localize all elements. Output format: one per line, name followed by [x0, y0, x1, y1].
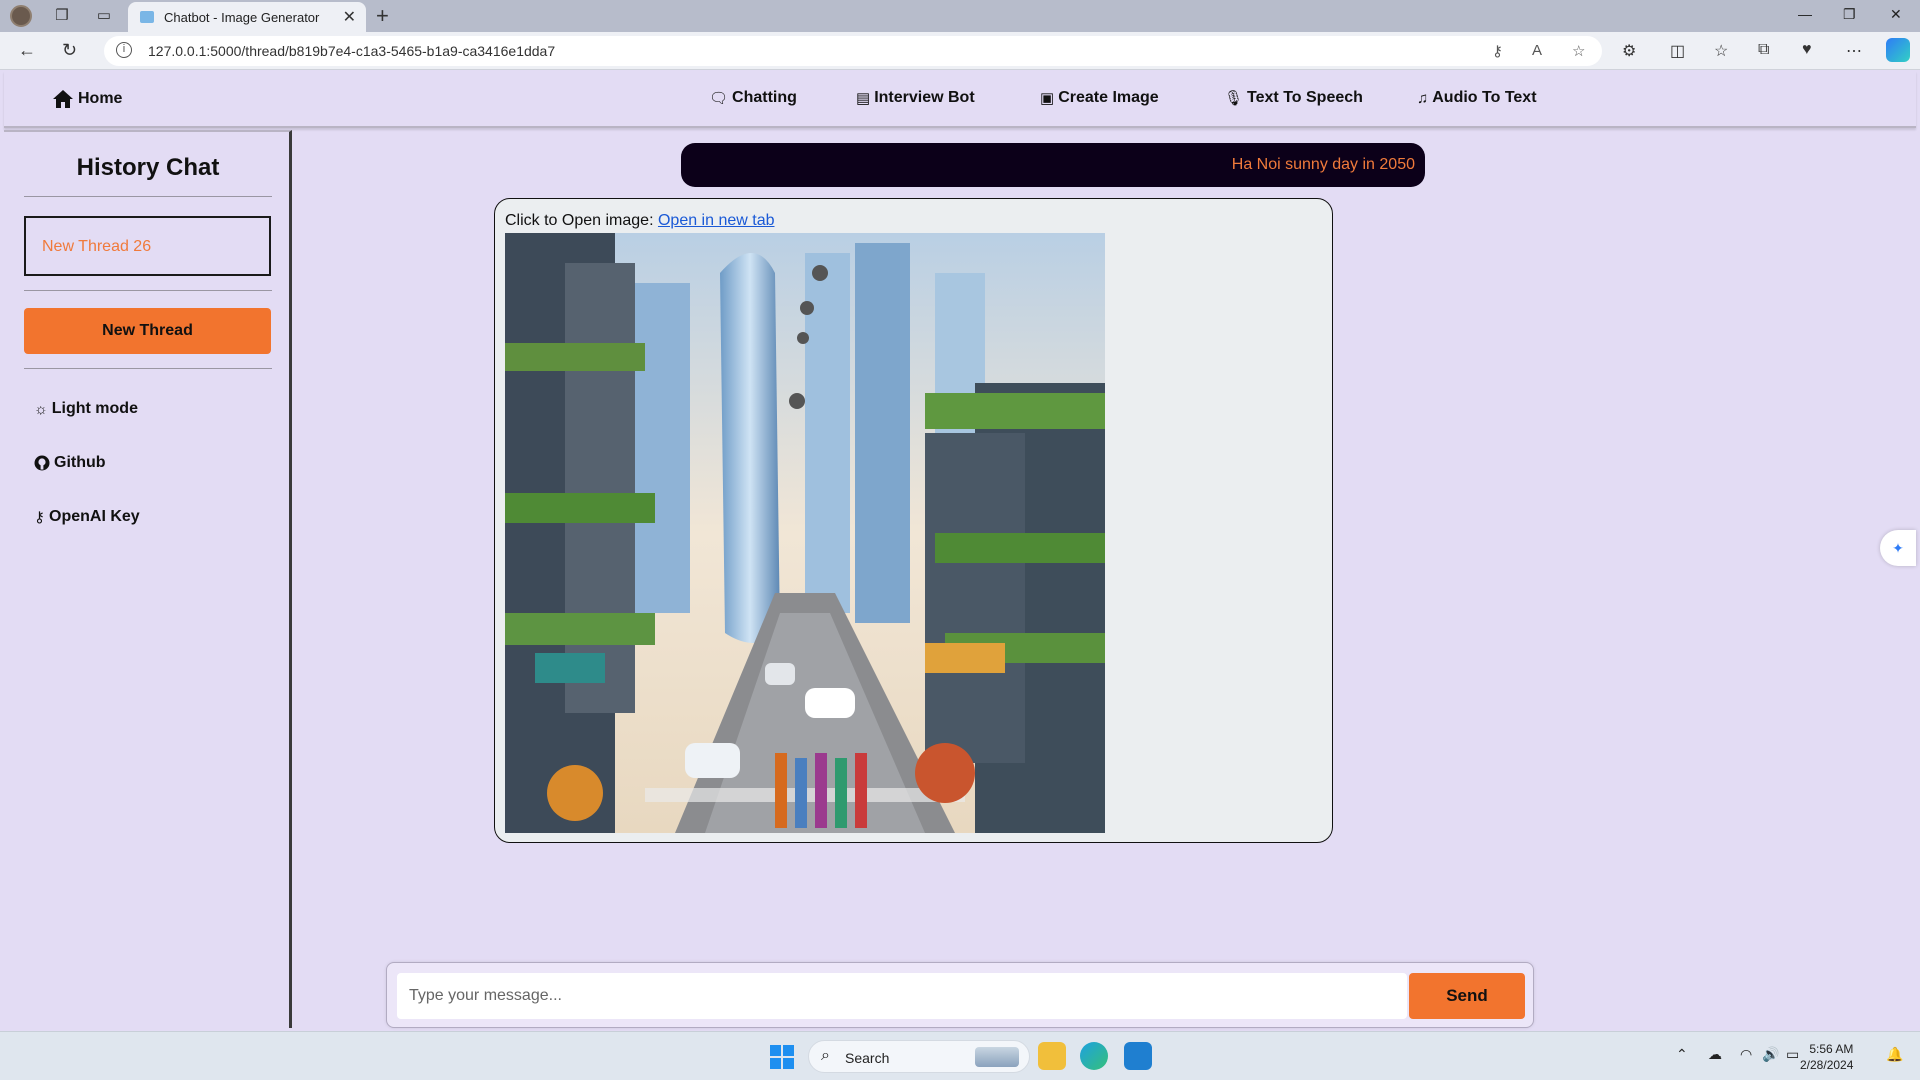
restore-icon[interactable]: ❐ [1843, 6, 1856, 23]
volume-icon[interactable]: 🔊 [1762, 1046, 1779, 1063]
tab-actions-icon[interactable]: ▭ [94, 6, 114, 26]
sun-icon: ☼ [34, 400, 48, 418]
more-menu-icon[interactable]: ⋯ [1846, 41, 1862, 61]
notifications-bell-icon[interactable]: 🔔 [1886, 1046, 1903, 1063]
divider [24, 290, 272, 291]
taskbar-search-label: Search [845, 1050, 890, 1066]
history-title: History Chat [76, 154, 220, 181]
edge-browser-icon[interactable] [1080, 1042, 1108, 1070]
extensions-icon[interactable]: ⚙ [1622, 41, 1636, 61]
nav-chatting-label: Chatting [732, 89, 797, 106]
image-icon: ▣ [1040, 90, 1055, 107]
light-mode-label: Light mode [51, 400, 138, 417]
message-icon: ▤ [856, 90, 871, 107]
back-icon[interactable]: ← [18, 40, 36, 61]
refresh-icon[interactable]: ↻ [62, 40, 77, 61]
nav-interview-bot[interactable]: ▤ Interview Bot [856, 89, 975, 107]
read-aloud-icon[interactable]: A [1532, 42, 1542, 59]
browser-essentials-icon[interactable]: ♥ [1802, 41, 1812, 59]
image-result-card: Click to Open image: Open in new tab [494, 198, 1333, 843]
nav-home-label: Home [78, 90, 123, 107]
favorite-star-icon[interactable]: ☆ [1572, 42, 1585, 60]
microphone-icon: 🎙 [1224, 90, 1244, 107]
favorites-icon[interactable]: ☆ [1714, 41, 1728, 61]
battery-icon[interactable]: ▭ [1786, 1046, 1799, 1063]
tab-title: Chatbot - Image Generator [164, 10, 320, 25]
new-thread-button[interactable]: New Thread [24, 308, 271, 354]
nav-text-to-speech[interactable]: 🎙 Text To Speech [1224, 89, 1363, 107]
nav-audio-to-text-label: Audio To Text [1432, 89, 1537, 106]
system-clock[interactable]: 5:56 AM 2/28/2024 [1800, 1041, 1853, 1073]
file-explorer-icon[interactable] [1038, 1042, 1066, 1070]
split-screen-icon[interactable]: ◫ [1670, 41, 1685, 61]
sidebar-assistant-icon[interactable]: ✦ [1880, 530, 1916, 566]
nav-text-to-speech-label: Text To Speech [1247, 89, 1363, 106]
open-in-new-tab-link[interactable]: Open in new tab [658, 212, 775, 229]
wifi-icon[interactable]: ◠ [1740, 1046, 1752, 1063]
home-icon [53, 90, 73, 108]
divider [24, 368, 272, 369]
site-info-icon[interactable]: i [116, 42, 132, 58]
taskbar-search[interactable]: ⌕ Search [808, 1040, 1030, 1073]
thread-item[interactable]: New Thread 26 [24, 216, 271, 276]
user-prompt-text: Ha Noi sunny day in 2050 [1231, 156, 1415, 173]
tab-favicon-icon [140, 11, 154, 23]
history-sidebar: History Chat New Thread 26 New Thread ☼ … [4, 130, 292, 1028]
clock-date: 2/28/2024 [1800, 1058, 1854, 1072]
user-prompt-bubble: Ha Noi sunny day in 2050 [681, 143, 1425, 187]
openai-key-link[interactable]: ⚷ OpenAI Key [34, 508, 140, 526]
browser-tab-bar: ❒ ▭ Chatbot - Image Generator ✕ + — ❐ ✕ [0, 0, 1920, 32]
address-toolbar: ← ↻ i 127.0.0.1:5000/thread/b819b7e4-c1a… [0, 32, 1920, 70]
message-input[interactable] [397, 973, 1407, 1019]
os-taskbar: ⌕ Search ⌃ ☁ ◠ 🔊 ▭ 5:56 AM 2/28/2024 🔔 [0, 1031, 1920, 1080]
search-icon: ⌕ [821, 1047, 830, 1064]
url-text[interactable]: 127.0.0.1:5000/thread/b819b7e4-c1a3-5465… [148, 43, 555, 59]
copilot-icon[interactable] [1886, 38, 1910, 62]
key-icon: ⚷ [34, 509, 45, 526]
openai-key-label: OpenAI Key [49, 508, 140, 525]
github-icon [34, 455, 50, 471]
search-highlight-image [975, 1047, 1019, 1067]
collections-icon[interactable]: ⧉ [1758, 41, 1769, 59]
generated-image[interactable] [505, 233, 1105, 833]
divider [24, 196, 272, 197]
workspaces-icon[interactable]: ❒ [52, 6, 72, 26]
nav-home[interactable]: Home [52, 89, 122, 109]
github-label: Github [54, 454, 106, 471]
browser-tab[interactable]: Chatbot - Image Generator ✕ [128, 2, 366, 32]
clock-time: 5:56 AM [1809, 1042, 1854, 1056]
thread-item-label: New Thread 26 [42, 238, 152, 255]
app-navbar: Home 🗨 Chatting ▤ Interview Bot ▣ Create… [4, 71, 1916, 128]
music-note-icon: ♫ [1417, 89, 1429, 107]
message-composer: Send [386, 962, 1534, 1028]
open-image-label: Click to Open image: [505, 212, 654, 229]
github-link[interactable]: Github [34, 454, 106, 472]
minimize-icon[interactable]: — [1798, 6, 1812, 22]
windows-start-icon[interactable] [770, 1045, 794, 1069]
new-tab-icon[interactable]: + [376, 3, 389, 29]
close-tab-icon[interactable]: ✕ [343, 7, 356, 27]
nav-audio-to-text[interactable]: ♫ Audio To Text [1417, 89, 1537, 107]
nav-chatting[interactable]: 🗨 Chatting [709, 89, 797, 107]
profile-avatar[interactable] [10, 5, 32, 27]
show-hidden-icons-icon[interactable]: ⌃ [1676, 1046, 1688, 1063]
open-image-row: Click to Open image: Open in new tab [505, 212, 775, 230]
vscode-icon[interactable] [1124, 1042, 1152, 1070]
generated-image-illustration [505, 233, 1105, 833]
chat-icon: 🗨 [709, 90, 729, 107]
nav-interview-bot-label: Interview Bot [874, 89, 975, 106]
light-mode-toggle[interactable]: ☼ Light mode [34, 400, 138, 418]
nav-create-image[interactable]: ▣ Create Image [1040, 89, 1159, 107]
close-window-icon[interactable]: ✕ [1890, 6, 1902, 23]
url-bar[interactable]: i 127.0.0.1:5000/thread/b819b7e4-c1a3-54… [104, 36, 1602, 66]
key-icon[interactable]: ⚷ [1492, 42, 1503, 60]
send-button[interactable]: Send [1409, 973, 1525, 1019]
nav-create-image-label: Create Image [1058, 89, 1159, 106]
onedrive-cloud-icon[interactable]: ☁ [1708, 1046, 1722, 1063]
